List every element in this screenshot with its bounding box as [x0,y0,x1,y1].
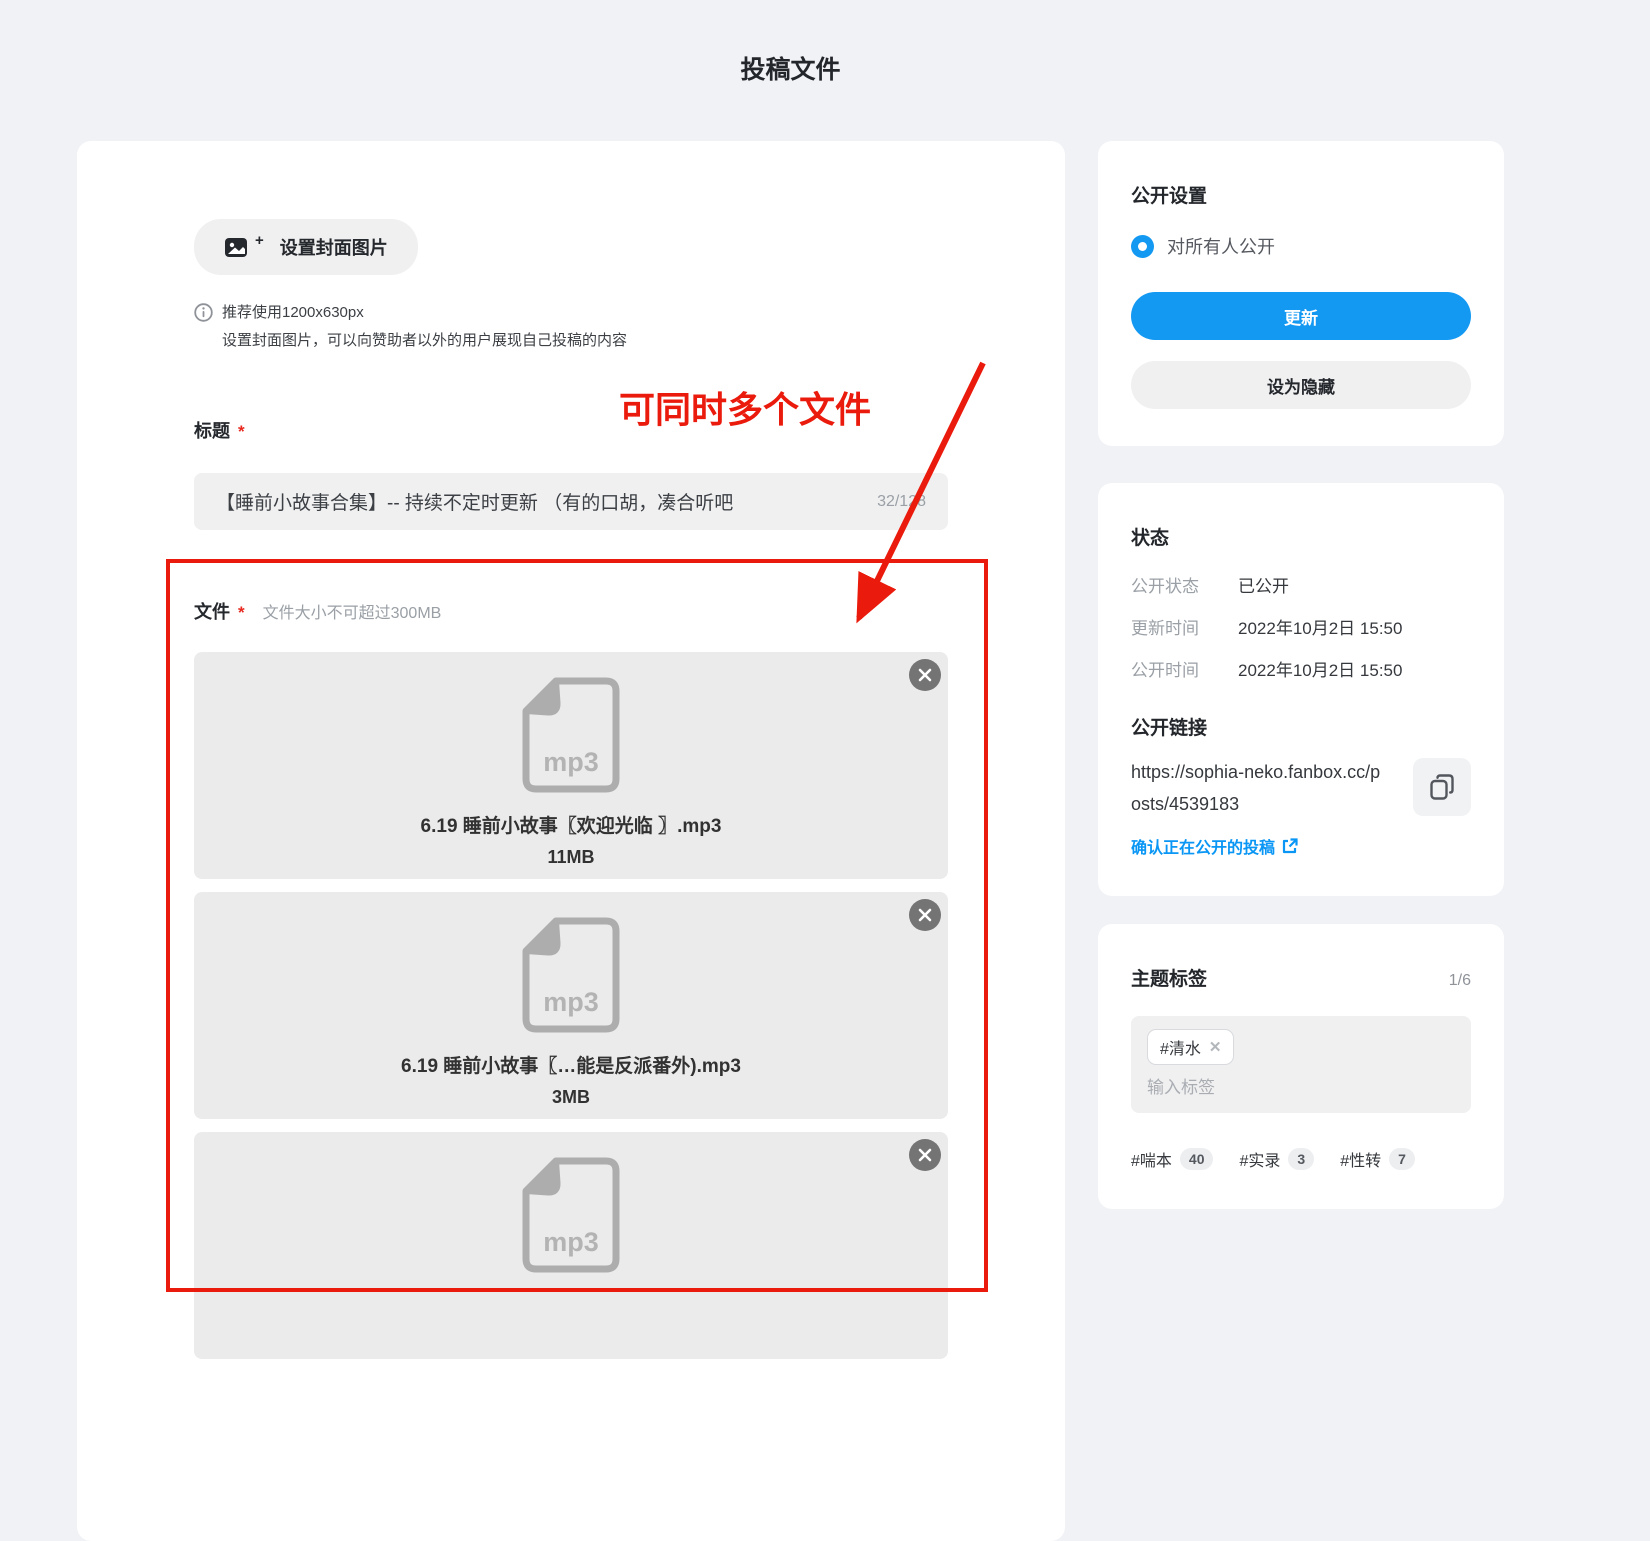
file-name: 6.19 睡前小故事〖欢迎光临 〗.mp3 [421,811,722,838]
suggested-tag[interactable]: #性转 7 [1340,1147,1415,1171]
close-icon [918,668,932,682]
tag-chip-label: #清水 [1160,1035,1201,1059]
remove-file-button[interactable] [909,899,941,931]
title-char-counter: 32/128 [877,493,926,511]
svg-text:mp3: mp3 [543,987,599,1017]
file-size-hint: 文件大小不可超过300MB [263,599,442,623]
info-icon [194,303,213,327]
cover-hint-line1: 推荐使用1200x630px [222,299,627,327]
page-title: 投稿文件 [77,50,1504,86]
suggested-tag[interactable]: #喘本 40 [1131,1147,1213,1171]
suggested-tag[interactable]: #实录 3 [1239,1147,1314,1171]
plus-glyph: + [255,232,264,249]
status-row: 更新时间 2022年10月2日 15:50 [1131,614,1471,639]
publish-settings-heading: 公开设置 [1131,181,1471,208]
file-size: 3MB [552,1087,590,1108]
cover-hint-line2: 设置封面图片，可以向赞助者以外的用户展现自己投稿的内容 [222,327,627,355]
copy-url-button[interactable] [1413,758,1471,816]
suggested-tag-label: #喘本 [1131,1147,1172,1171]
status-row-value: 2022年10月2日 15:50 [1238,656,1402,681]
title-input-wrap: 32/128 [194,473,948,530]
status-row: 公开状态 已公开 [1131,572,1471,597]
cover-hint: 推荐使用1200x630px 设置封面图片，可以向赞助者以外的用户展现自己投稿的… [194,299,948,355]
tag-chip: #清水 ✕ [1147,1029,1234,1065]
radio-selected-icon [1131,235,1154,258]
status-row-label: 更新时间 [1131,614,1238,639]
post-editor-card: + 设置封面图片 推荐使用1200x630px 设置封面图片，可以向赞助者以外的… [77,141,1065,1541]
uploaded-file-card: mp3 6.19 睡前小故事〖…能是反派番外).mp3 3MB [194,892,948,1119]
svg-text:mp3: mp3 [543,747,599,777]
title-input[interactable] [216,491,865,513]
status-heading: 状态 [1131,523,1471,550]
sidebar: 公开设置 对所有人公开 更新 设为隐藏 状态 公开状态 已公开 更新时间 202… [1098,141,1504,1209]
remove-file-button[interactable] [909,1139,941,1171]
required-asterisk: * [238,603,245,623]
status-row-value: 已公开 [1238,572,1289,597]
cover-button-label: 设置封面图片 [280,234,388,260]
file-size: 11MB [547,847,594,868]
confirm-public-post-link[interactable]: 确认正在公开的投稿 [1131,834,1298,858]
tags-counter: 1/6 [1449,972,1471,990]
close-icon [918,908,932,922]
confirm-link-label: 确认正在公开的投稿 [1131,834,1275,858]
mp3-file-icon: mp3 [520,676,622,799]
set-hidden-button[interactable]: 设为隐藏 [1131,361,1471,409]
suggested-tag-label: #实录 [1239,1147,1280,1171]
tags-input[interactable] [1147,1078,1455,1098]
status-row-label: 公开时间 [1131,656,1238,681]
radio-label: 对所有人公开 [1167,233,1275,259]
suggested-tag-count: 7 [1389,1148,1415,1170]
post-url[interactable]: https://sophia-neko.fanbox.cc/posts/4539… [1131,756,1381,820]
suggested-tag-count: 3 [1288,1148,1314,1170]
suggested-tag-count: 40 [1180,1148,1214,1170]
mp3-file-icon: mp3 [520,916,622,1039]
mp3-file-icon: mp3 [520,1156,622,1279]
visibility-radio-public[interactable]: 对所有人公开 [1131,233,1471,259]
status-card: 状态 公开状态 已公开 更新时间 2022年10月2日 15:50 公开时间 2… [1098,483,1504,896]
status-row-label: 公开状态 [1131,572,1238,597]
set-cover-image-button[interactable]: + 设置封面图片 [194,219,418,275]
title-field-label: 标题 [194,417,230,443]
external-link-icon [1281,838,1298,855]
public-link-heading: 公开链接 [1131,713,1471,740]
required-asterisk: * [238,422,245,442]
suggested-tag-label: #性转 [1340,1147,1381,1171]
uploaded-file-card: mp3 [194,1132,948,1359]
status-row-value: 2022年10月2日 15:50 [1238,614,1402,639]
publish-settings-card: 公开设置 对所有人公开 更新 设为隐藏 [1098,141,1504,446]
svg-text:mp3: mp3 [543,1227,599,1257]
remove-tag-icon[interactable]: ✕ [1209,1038,1222,1056]
update-button[interactable]: 更新 [1131,292,1471,340]
tags-heading: 主题标签 [1131,964,1207,991]
uploaded-file-card: mp3 6.19 睡前小故事〖欢迎光临 〗.mp3 11MB [194,652,948,879]
copy-icon [1430,774,1454,800]
image-plus-icon [224,235,251,259]
file-section-label: 文件 [194,598,230,624]
close-icon [918,1148,932,1162]
file-name: 6.19 睡前小故事〖…能是反派番外).mp3 [401,1051,741,1078]
status-row: 公开时间 2022年10月2日 15:50 [1131,656,1471,681]
remove-file-button[interactable] [909,659,941,691]
tags-input-box: #清水 ✕ [1131,1016,1471,1113]
topic-tags-card: 主题标签 1/6 #清水 ✕ #喘本 40 #实录 3 #性转 7 [1098,924,1504,1209]
